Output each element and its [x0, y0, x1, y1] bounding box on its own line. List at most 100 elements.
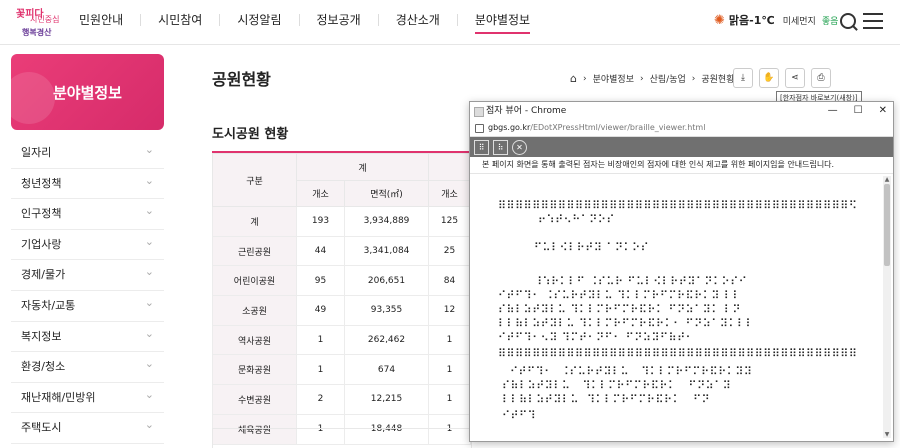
- row-count-2: 1: [428, 384, 471, 415]
- table-row: 소공원 49 93,355 12: [212, 295, 471, 326]
- weather-condition: 맑음: [728, 14, 750, 27]
- sidebar-item-housing[interactable]: 주택도시: [11, 410, 164, 444]
- braille-line: ⠿⠿⠿⠿⠿⠿⠿⠿⠿⠿⠿⠿⠿⠿⠿⠿⠿⠿⠿⠿⠿⠿⠿⠿⠿⠿⠿⠿⠿⠿⠿⠿⠿⠿⠿⠿⠿⠿⠿⠿…: [498, 347, 858, 360]
- row-area: 93,355: [344, 295, 429, 326]
- braille-line: ⠊⠞⠋⠹: [498, 409, 537, 422]
- braille-line: ⠊⠞⠋⠹⠂ ⠨⠎⠥⠗⠞⠽⠇⠥ ⠹⠅⠇⠍⠗⠋⠍⠗⠯⠗⠅⠽⠽: [498, 365, 753, 378]
- page-title: 공원현황: [212, 70, 271, 89]
- header-blank: [428, 153, 471, 181]
- table-row: 어린이공원 95 206,651 84: [212, 265, 471, 297]
- row-name: 소공원: [212, 295, 297, 326]
- maximize-icon[interactable]: ☐: [854, 102, 863, 120]
- sun-icon: ✺: [714, 12, 725, 28]
- row-count-2: 1: [428, 324, 471, 356]
- breadcrumb-item[interactable]: 공원현황: [701, 72, 734, 85]
- row-name: 계: [212, 206, 297, 237]
- breadcrumb-separator-icon: ›: [582, 73, 587, 84]
- braille-line: ⠸⠱⠗⠅⠇⠋ ⠨⠎⠥⠗ ⠋⠥⠇⠪⠇⠗⠞⠽⠁⠝⠅⠕⠎⠊: [498, 275, 748, 288]
- viewer-close-icon[interactable]: ✕: [512, 139, 527, 155]
- site-info-icon[interactable]: [475, 124, 484, 133]
- park-status-table: 구분 계 개소 면적(㎡) 개소 계 193 3,934,889 125 근린공원 44…: [212, 153, 471, 445]
- nav-about[interactable]: 경산소개: [379, 0, 457, 44]
- row-name: 문화공원: [212, 354, 297, 386]
- close-icon[interactable]: ✕: [879, 102, 887, 120]
- sidebar-item-youth[interactable]: 청년정책: [11, 166, 164, 200]
- row-area: 12,215: [344, 384, 429, 415]
- row-count: 1: [296, 324, 345, 356]
- braille-grid-alt-icon[interactable]: ⠷: [493, 139, 508, 155]
- sidebar-title-text: 분야별정보: [52, 83, 122, 102]
- breadcrumb-separator-icon: ›: [640, 73, 644, 84]
- scroll-down-icon[interactable]: ▼: [883, 431, 891, 438]
- row-count: 1: [296, 354, 345, 386]
- braille-grid-icon[interactable]: ⠿: [474, 139, 489, 155]
- vertical-scrollbar[interactable]: ▲ ▼: [883, 176, 891, 438]
- braille-line: ⠊⠞⠋⠹⠂⠢⠽ ⠹⠍⠞⠂⠝⠋⠂ ⠋⠝⠵⠽⠋⠷⠞⠂: [498, 331, 695, 344]
- row-area: 674: [344, 354, 429, 386]
- nav-minwon[interactable]: 민원안내: [62, 0, 140, 44]
- window-titlebar[interactable]: 점자 뷰어 - Chrome — ☐ ✕: [470, 102, 893, 120]
- page-tools: ⤓ ✋ ⋖ ⎙: [733, 68, 831, 88]
- sidebar-item-business[interactable]: 기업사랑: [11, 227, 164, 261]
- row-count-2: 1: [428, 354, 471, 386]
- braille-line: ⠋⠥⠇⠪⠇⠗⠞⠽ ⠁⠝⠅⠕⠎: [498, 241, 650, 254]
- hamburger-menu-icon[interactable]: [863, 13, 883, 29]
- braille-line: ⠊⠞⠋⠹⠂ ⠨⠎⠥⠗⠞⠽⠇⠥ ⠹⠅⠇⠍⠗⠋⠍⠗⠯⠗⠅⠽ ⠇⠇: [498, 289, 742, 302]
- row-area: 206,651: [344, 265, 429, 297]
- nav-news[interactable]: 시정알림: [220, 0, 298, 44]
- dust-status: 좋음: [821, 16, 839, 27]
- breadcrumb: ⌂ › 분야별정보 › 산림/농업 › 공원현황: [570, 72, 735, 85]
- braille-hand-icon[interactable]: ✋: [759, 68, 779, 88]
- row-count-2: 12: [428, 295, 471, 326]
- table-row: 역사공원 1 262,462 1: [212, 324, 471, 356]
- row-count: 49: [296, 295, 345, 326]
- breadcrumb-item[interactable]: 분야별정보: [593, 72, 634, 85]
- weather-temp: -1℃: [749, 13, 775, 27]
- braille-line: ⠎⠷⠇⠵⠞⠽⠇⠥ ⠹⠅⠇⠍⠗⠋⠍⠗⠯⠗⠅ ⠋⠝⠵⠁⠽: [498, 379, 732, 392]
- window-title: 점자 뷰어 - Chrome: [486, 106, 567, 116]
- site-logo[interactable]: 꽃피다 시민중심 행복경산: [16, 5, 62, 39]
- breadcrumb-separator-icon: ›: [691, 73, 696, 84]
- logo-text-2: 시민중심: [30, 15, 60, 24]
- home-icon[interactable]: ⌂: [570, 72, 577, 85]
- minimize-icon[interactable]: —: [828, 102, 838, 120]
- braille-line: ⠿⠿⠿⠿⠿⠿⠿⠿⠿⠿⠿⠿⠿⠿⠿⠿⠿⠿⠿⠿⠿⠿⠿⠿⠿⠿⠿⠿⠿⠿⠿⠿⠿⠿⠿⠿⠿⠿⠿⠿…: [498, 199, 858, 212]
- sidebar-item-traffic[interactable]: 자동차/교통: [11, 288, 164, 322]
- row-count: 193: [296, 206, 345, 237]
- sidebar-item-jobs[interactable]: 일자리: [11, 135, 164, 169]
- search-icon[interactable]: [840, 13, 856, 29]
- header-category: 구분: [212, 153, 297, 207]
- print-icon[interactable]: ⎙: [811, 68, 831, 88]
- scroll-up-icon[interactable]: ▲: [883, 176, 891, 183]
- sidebar-item-population[interactable]: 인구정책: [11, 196, 164, 230]
- sidebar-title: 분야별정보: [11, 54, 164, 130]
- sidebar-item-welfare[interactable]: 복지정보: [11, 319, 164, 353]
- main-navigation: 민원안내 시민참여 시정알림 정보공개 경산소개 분야별정보: [62, 0, 547, 44]
- url-host: gbgs.go.kr: [488, 123, 531, 132]
- breadcrumb-item[interactable]: 산림/농업: [650, 72, 686, 85]
- nav-participation[interactable]: 시민참여: [141, 0, 219, 44]
- header-count: 개소: [296, 180, 345, 207]
- scroll-thumb[interactable]: [884, 184, 890, 266]
- window-controls: — ☐ ✕: [828, 102, 887, 120]
- sidebar-item-disaster[interactable]: 재난재해/민방위: [11, 380, 164, 414]
- address-bar[interactable]: gbgs.go.kr/EDotXPressHtml/viewer/braille…: [470, 120, 893, 137]
- row-area: 3,341,084: [344, 235, 429, 267]
- row-count: 2: [296, 384, 345, 415]
- table-row: 수변공원 2 12,215 1: [212, 384, 471, 415]
- row-count-2: 84: [428, 265, 471, 297]
- sidebar-item-environment[interactable]: 환경/청소: [11, 349, 164, 383]
- download-icon[interactable]: ⤓: [733, 68, 753, 88]
- logo-text-3: 행복경산: [22, 28, 52, 37]
- sidebar: 분야별정보 일자리 청년정책 인구정책 기업사랑 경제/물가 자동차/교통 복지…: [11, 54, 164, 444]
- row-name: 어린이공원: [212, 265, 297, 297]
- share-icon[interactable]: ⋖: [785, 68, 805, 88]
- section-title: 도시공원 현황: [212, 127, 289, 142]
- nav-field-info[interactable]: 분야별정보: [458, 0, 547, 44]
- row-area: 3,934,889: [344, 206, 429, 237]
- nav-info-disclosure[interactable]: 정보공개: [300, 0, 378, 44]
- table-row: 계 193 3,934,889 125: [212, 206, 471, 237]
- sidebar-item-economy[interactable]: 경제/물가: [11, 257, 164, 291]
- table-row: 문화공원 1 674 1: [212, 354, 471, 386]
- header-total: 계: [296, 153, 429, 181]
